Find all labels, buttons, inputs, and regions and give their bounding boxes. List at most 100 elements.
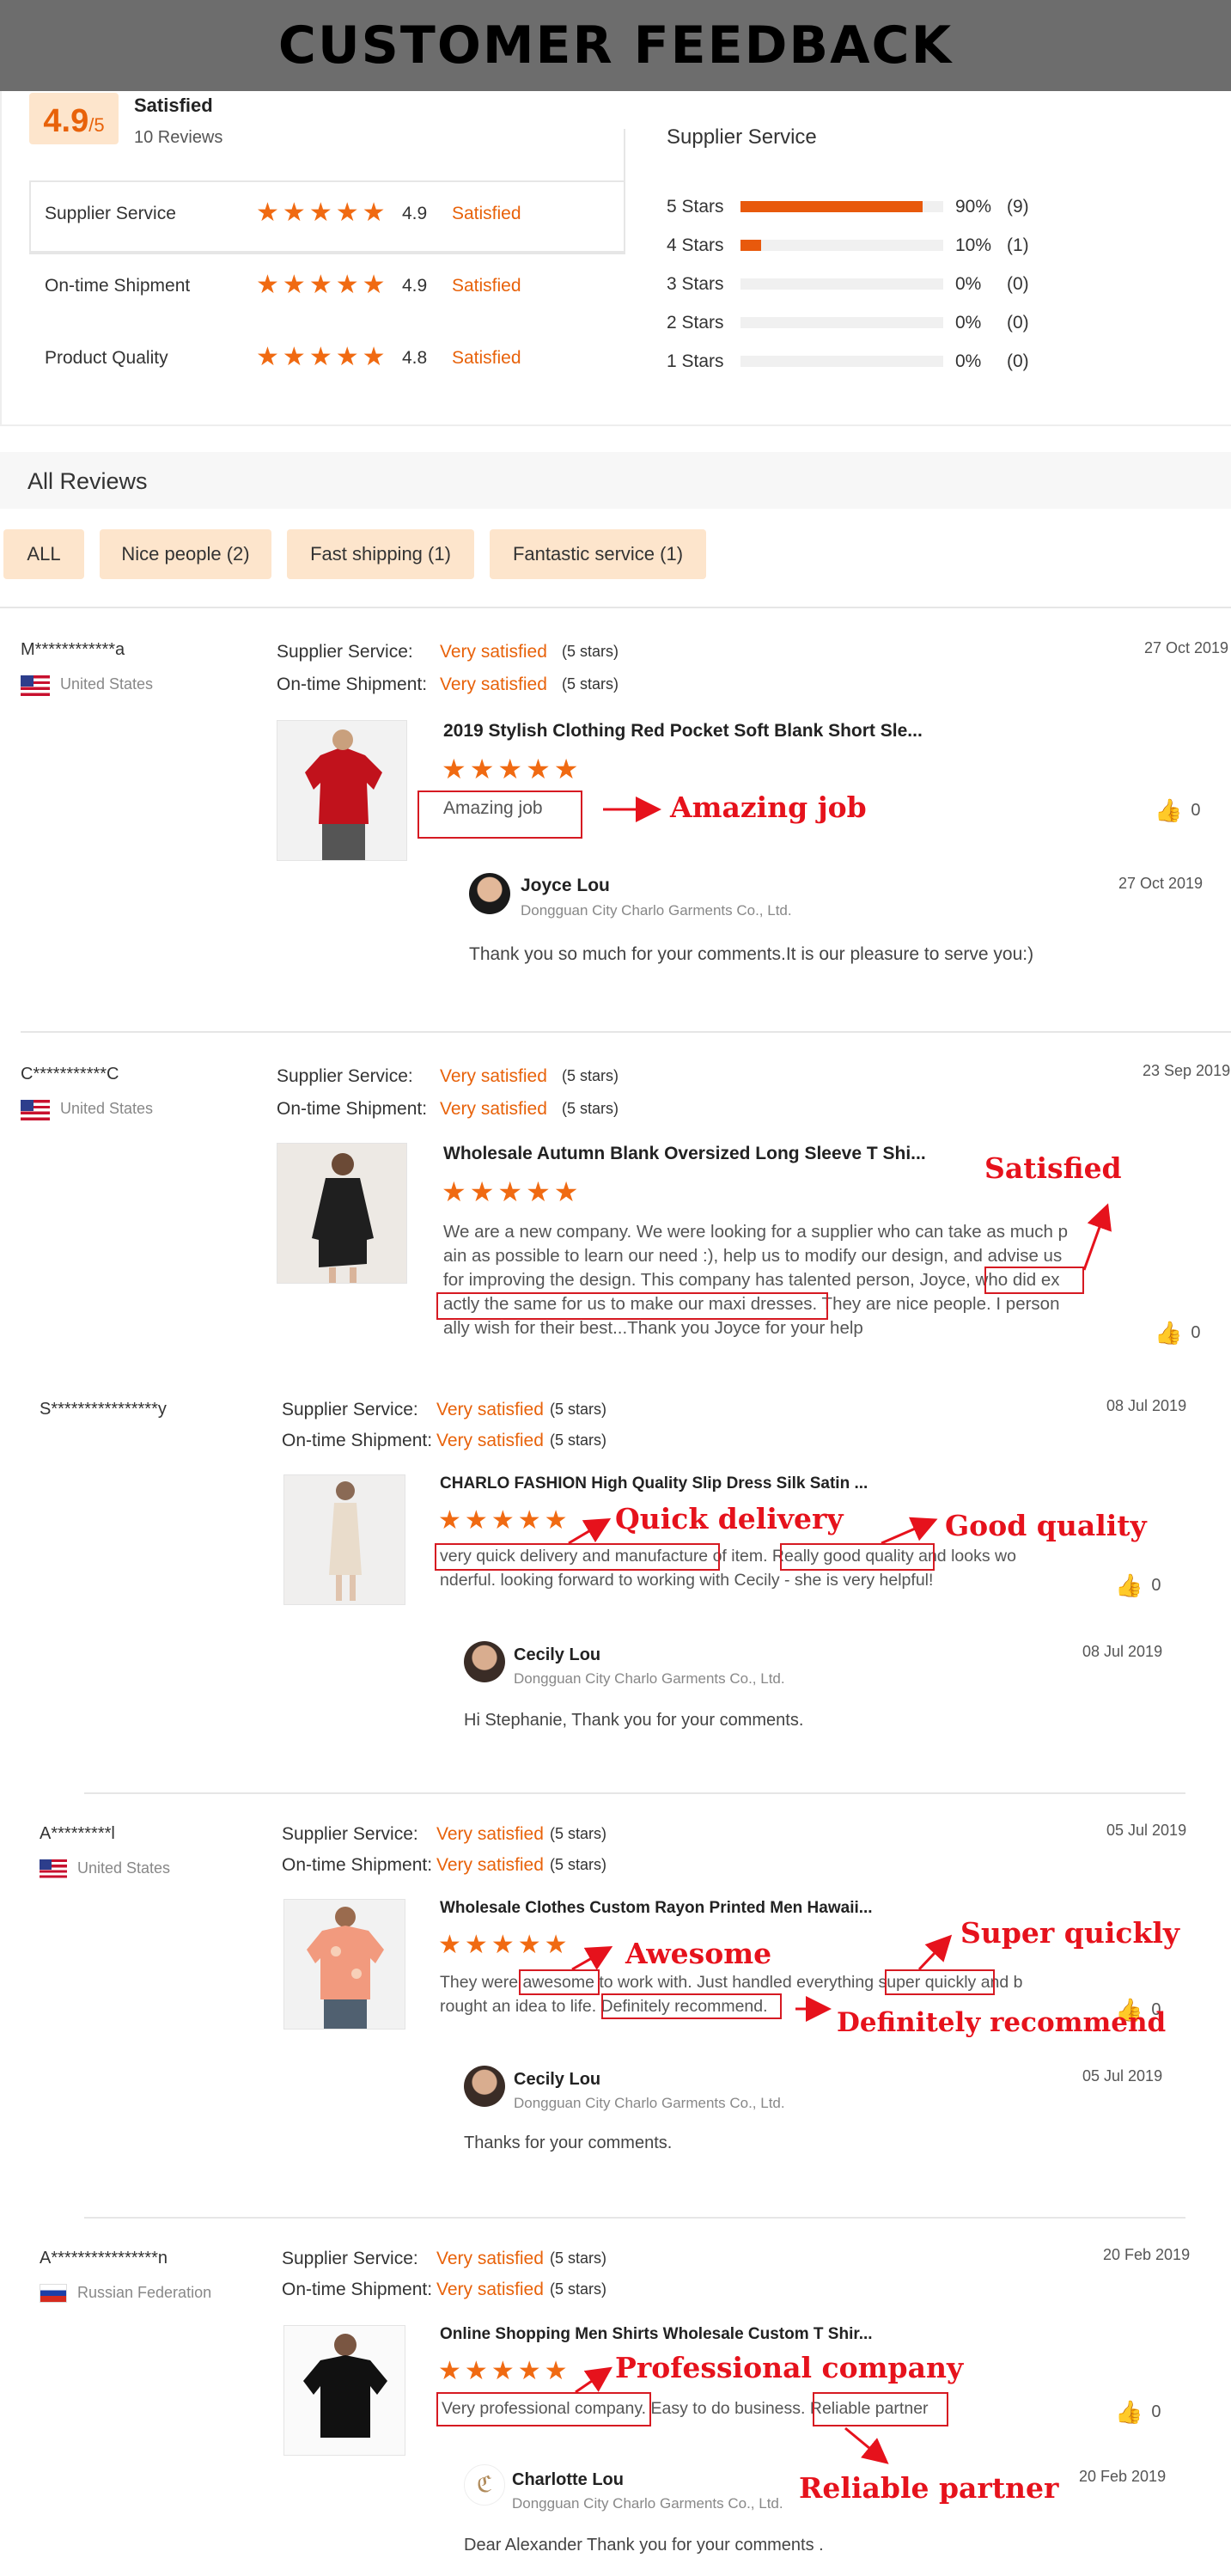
- supplier-service-label: Supplier Service:: [277, 1066, 413, 1086]
- product-title[interactable]: 2019 Stylish Clothing Red Pocket Soft Bl…: [443, 720, 923, 742]
- reviewer-country: United States: [77, 1859, 171, 1877]
- avatar: [464, 2066, 505, 2107]
- supplier-service-stars: (5 stars): [550, 2249, 607, 2267]
- breakdown-count: (0): [1007, 274, 1029, 294]
- reply-company: Dongguan City Charlo Garments Co., Ltd.: [514, 1670, 785, 1687]
- review-stars: ★ ★ ★ ★ ★: [438, 1505, 571, 1536]
- annotation-label: Professional company: [615, 2351, 964, 2384]
- product-image[interactable]: [277, 720, 407, 861]
- star-icon: ★: [335, 343, 359, 371]
- annotation-label: Satisfied: [984, 1151, 1122, 1185]
- breakdown-percent: 0%: [955, 313, 982, 333]
- highlight-box: [601, 1993, 782, 2019]
- avatar: ℭ: [464, 2464, 505, 2506]
- metric-label: Product Quality: [45, 348, 168, 368]
- product-title[interactable]: Wholesale Clothes Custom Rayon Printed M…: [440, 1899, 873, 1919]
- reviewer-name: C***********C: [21, 1065, 119, 1084]
- red-shirt-photo: [277, 721, 406, 860]
- highlight-box: [885, 1969, 995, 1995]
- product-title[interactable]: Wholesale Autumn Blank Oversized Long Sl…: [443, 1143, 926, 1164]
- arrow: [571, 1946, 613, 1971]
- shipment-value: Very satisfied: [436, 2280, 544, 2299]
- like-button[interactable]: 👍 0: [1155, 1320, 1201, 1346]
- star-icon: ★: [308, 271, 332, 299]
- breakdown-percent: 90%: [955, 197, 992, 217]
- like-button[interactable]: 👍 0: [1115, 1572, 1161, 1599]
- shipment-value: Very satisfied: [440, 1099, 547, 1119]
- star-icon: ★: [469, 754, 495, 784]
- us-flag-icon: [40, 1859, 67, 1878]
- summary-status: Satisfied: [134, 95, 213, 116]
- annotation-label: Good quality: [945, 1509, 1147, 1542]
- highlight-box: [435, 1543, 720, 1571]
- reply-date: 27 Oct 2019: [1118, 875, 1204, 892]
- star-icon: ★: [282, 271, 306, 299]
- product-image[interactable]: [283, 1899, 405, 2030]
- supplier-service-label: Supplier Service:: [282, 1824, 418, 1844]
- metric-stars: ★ ★ ★ ★ ★: [256, 270, 389, 301]
- star-icon: ★: [553, 1176, 579, 1207]
- breakdown-count: (0): [1007, 351, 1029, 371]
- product-title[interactable]: Online Shopping Men Shirts Wholesale Cus…: [440, 2325, 873, 2345]
- arrow: [1082, 1203, 1112, 1271]
- star-icon: ★: [544, 1506, 568, 1535]
- star-icon: ★: [282, 198, 306, 227]
- supplier-service-label: Supplier Service:: [282, 2249, 418, 2268]
- review-text-line: We are a new company. We were looking fo…: [443, 1222, 1068, 1242]
- metric-stars: ★ ★ ★ ★ ★: [256, 342, 389, 373]
- star-icon: ★: [464, 2357, 488, 2385]
- breakdown-label: 2 Stars: [667, 313, 724, 333]
- breakdown-count: (0): [1007, 313, 1029, 333]
- divider: [84, 1792, 1185, 1794]
- black-dress-photo: [277, 1144, 406, 1283]
- shipment-label: On-time Shipment:: [277, 675, 428, 694]
- like-button[interactable]: 👍 0: [1155, 797, 1201, 824]
- filter-all[interactable]: ALL: [3, 529, 84, 579]
- supplier-service-value: Very satisfied: [440, 642, 547, 662]
- avatar: [469, 873, 510, 914]
- filter-nice-people[interactable]: Nice people (2): [100, 529, 271, 579]
- thumbs-up-icon: 👍: [1155, 797, 1183, 823]
- like-button[interactable]: 👍 0: [1115, 2399, 1161, 2426]
- reviewer-name: A*********l: [40, 1824, 115, 1843]
- breakdown-bar-fill: [740, 240, 761, 251]
- annotation-label: Amazing job: [670, 791, 867, 824]
- star-icon: ★: [526, 754, 551, 784]
- star-icon: ★: [497, 1176, 523, 1207]
- breakdown-percent: 0%: [955, 351, 982, 371]
- product-image[interactable]: [277, 1143, 407, 1284]
- reply-company: Dongguan City Charlo Garments Co., Ltd.: [512, 2495, 783, 2512]
- reviewer-name: S****************y: [40, 1400, 167, 1419]
- reply-date: 20 Feb 2019: [1079, 2468, 1167, 2485]
- reply-text: Thanks for your comments.: [464, 2133, 673, 2152]
- product-image[interactable]: [283, 2325, 405, 2456]
- score-value: 4.9: [43, 103, 89, 139]
- arrow: [881, 1517, 938, 1545]
- reviewer-country: Russian Federation: [77, 2284, 212, 2301]
- breakdown-label: 1 Stars: [667, 351, 724, 371]
- filter-fantastic-service[interactable]: Fantastic service (1): [490, 529, 706, 579]
- thumbs-up-icon: 👍: [1115, 1572, 1143, 1598]
- star-icon: ★: [256, 198, 279, 227]
- metric-score: 4.9: [402, 276, 428, 296]
- supplier-service-label: Supplier Service:: [282, 1400, 418, 1419]
- reviewer-name: M************a: [21, 640, 125, 659]
- star-icon: ★: [442, 754, 466, 784]
- supplier-service-stars: (5 stars): [550, 1401, 607, 1418]
- divider: [84, 2217, 1185, 2219]
- review-stars: ★ ★ ★ ★ ★: [442, 1175, 582, 1208]
- highlight-box: [436, 2392, 651, 2426]
- product-title[interactable]: CHARLO FASHION High Quality Slip Dress S…: [440, 1474, 868, 1494]
- shipment-stars: (5 stars): [550, 2280, 607, 2298]
- breakdown-bar-fill: [740, 201, 923, 212]
- star-icon: ★: [491, 1506, 515, 1535]
- filter-fast-shipping[interactable]: Fast shipping (1): [287, 529, 474, 579]
- reply-date: 05 Jul 2019: [1082, 2067, 1163, 2085]
- thumbs-up-icon: 👍: [1155, 1320, 1183, 1346]
- product-image[interactable]: [283, 1474, 405, 1605]
- star-icon: ★: [464, 1931, 488, 1959]
- supplier-service-stars: (5 stars): [550, 1825, 607, 1842]
- star-icon: ★: [438, 1506, 461, 1535]
- star-icon: ★: [469, 1176, 495, 1207]
- page-banner: CUSTOMER FEEDBACK: [0, 0, 1231, 91]
